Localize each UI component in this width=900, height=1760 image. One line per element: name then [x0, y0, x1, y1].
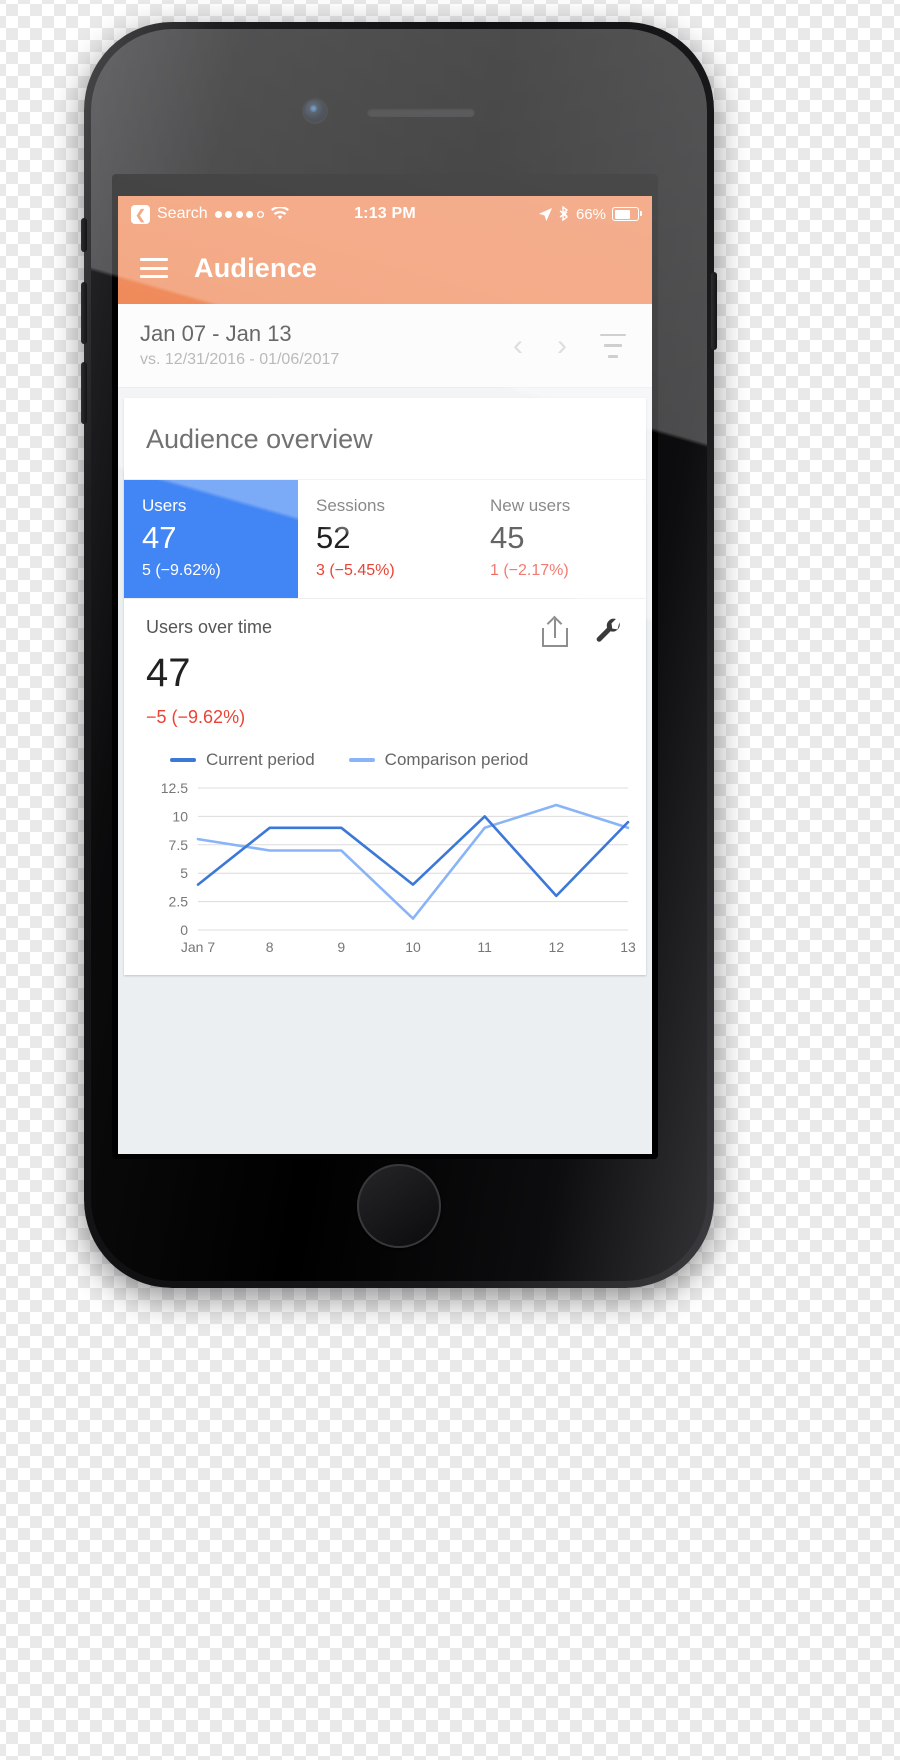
date-comparison-label: vs. 12/31/2016 - 01/06/2017	[140, 350, 340, 368]
legend-item-comparison: Comparison period	[348, 749, 529, 770]
phone-screen: ❮ Search 1:13 PM 66% Audience Jan 07 - J…	[118, 196, 652, 1154]
power-button[interactable]	[711, 272, 717, 350]
status-bar: ❮ Search 1:13 PM 66%	[118, 196, 652, 232]
chart-primary-value: 47	[146, 650, 191, 695]
status-bar-left: ❮ Search	[131, 204, 354, 224]
metric-value: 52	[316, 520, 351, 555]
chevron-left-icon[interactable]: ‹	[496, 330, 540, 361]
battery-icon	[612, 207, 642, 221]
y-axis-tick-label: 7.5	[169, 836, 189, 852]
metric-value: 45	[490, 520, 525, 555]
home-button[interactable]	[357, 1164, 441, 1248]
metric-delta: 1 (−2.17%)	[490, 561, 569, 579]
location-arrow-icon	[538, 207, 553, 221]
wifi-icon	[270, 207, 289, 220]
battery-percent-label: 66%	[575, 205, 606, 223]
filter-icon[interactable]	[596, 333, 630, 358]
metric-value: 47	[142, 520, 177, 555]
volume-down-button[interactable]	[81, 362, 87, 424]
chart-title: Users over time	[146, 616, 273, 637]
status-back-label[interactable]: Search	[157, 205, 208, 223]
metric-delta: 5 (−9.62%)	[142, 561, 221, 579]
x-axis-tick-label: Jan 7	[181, 939, 215, 955]
legend-label: Current period	[206, 749, 315, 769]
earpiece-speaker	[367, 108, 475, 117]
y-axis-tick-label: 2.5	[169, 893, 189, 909]
legend-swatch-current	[170, 757, 196, 762]
status-bar-clock: 1:13 PM	[354, 205, 416, 222]
main-content: Audience overview Users 47 5 (−9.62%) Se…	[118, 388, 652, 1154]
y-axis-tick-label: 12.5	[161, 782, 188, 796]
screen-bezel: ❮ Search 1:13 PM 66% Audience Jan 07 - J…	[112, 174, 658, 1159]
wrench-icon[interactable]	[594, 617, 624, 647]
x-axis-tick-label: 13	[620, 939, 636, 955]
chart-series-line	[196, 814, 630, 897]
hamburger-menu-icon[interactable]	[140, 258, 168, 278]
users-over-time-line-chart[interactable]: 0 2.5 5 7.5 10 12.5 Jan 7 8 9 10 11 12 13	[146, 780, 636, 960]
page-title: Audience	[194, 252, 318, 283]
phone-device: ❮ Search 1:13 PM 66% Audience Jan 07 - J…	[81, 22, 717, 1288]
metric-tabs: Users 47 5 (−9.62%) Sessions 52 3 (−5.45…	[124, 479, 646, 598]
metric-label: Users	[142, 496, 187, 515]
date-range-selector[interactable]: Jan 07 - Jan 13 vs. 12/31/2016 - 01/06/2…	[140, 320, 496, 370]
legend-label: Comparison period	[384, 749, 529, 769]
chart-legend: Current period Comparison period	[146, 750, 624, 770]
card-title: Audience overview	[146, 424, 373, 454]
chart-delta: −5 (−9.62%)	[146, 706, 246, 727]
status-bar-right: 66%	[416, 205, 642, 223]
front-camera-icon	[304, 100, 326, 122]
mute-switch-button[interactable]	[81, 218, 87, 252]
volume-up-button[interactable]	[81, 282, 87, 344]
metric-tab-users[interactable]: Users 47 5 (−9.62%)	[124, 480, 298, 598]
date-range-bar: Jan 07 - Jan 13 vs. 12/31/2016 - 01/06/2…	[118, 304, 652, 388]
metric-tab-new-users[interactable]: New users 45 1 (−2.17%)	[472, 480, 646, 598]
x-axis-tick-label: 8	[266, 939, 274, 955]
x-axis-tick-label: 12	[549, 939, 565, 955]
x-axis-tick-label: 11	[477, 939, 492, 955]
metric-tab-sessions[interactable]: Sessions 52 3 (−5.45%)	[298, 480, 472, 598]
legend-item-current: Current period	[170, 750, 315, 770]
app-bar: Audience	[118, 232, 652, 304]
y-axis-tick-label: 10	[172, 808, 188, 824]
signal-strength-icon	[214, 210, 264, 218]
chevron-right-icon[interactable]: ›	[540, 330, 584, 361]
metric-label: Sessions	[316, 496, 385, 515]
y-axis-tick-label: 0	[180, 922, 188, 938]
share-icon[interactable]	[542, 615, 570, 647]
bluetooth-icon	[559, 206, 569, 222]
x-axis-tick-label: 9	[337, 939, 345, 955]
date-range-label: Jan 07 - Jan 13	[140, 321, 292, 347]
audience-overview-card: Audience overview Users 47 5 (−9.62%) Se…	[124, 398, 646, 975]
legend-swatch-comparison	[348, 757, 375, 762]
chart-header: Users over time	[146, 615, 624, 647]
back-chevron-icon[interactable]: ❮	[131, 204, 150, 224]
users-over-time-section: Users over time 47 −5 (−9.62%) Current p…	[124, 597, 646, 975]
metric-delta: 3 (−5.45%)	[316, 561, 395, 579]
metric-label: New users	[490, 496, 571, 515]
x-axis-tick-label: 10	[405, 939, 421, 955]
y-axis-tick-label: 5	[180, 865, 188, 881]
